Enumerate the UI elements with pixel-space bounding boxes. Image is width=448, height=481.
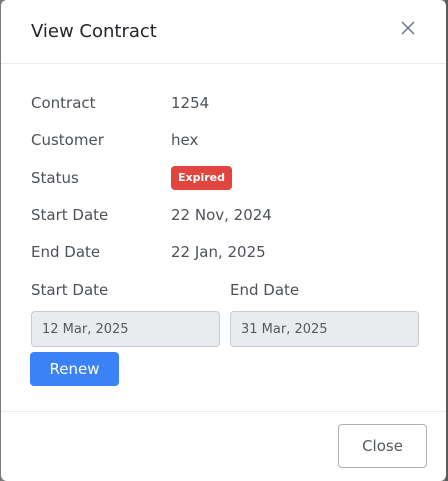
contract-label: Contract <box>31 94 96 112</box>
modal-header: View Contract <box>1 0 446 64</box>
close-icon[interactable] <box>400 20 416 36</box>
renew-end-date-label: End Date <box>230 281 300 299</box>
start-date-label: Start Date <box>31 206 109 224</box>
modal-title: View Contract <box>31 21 157 42</box>
renew-button[interactable]: Renew <box>30 352 119 386</box>
end-date-label: End Date <box>31 243 101 261</box>
view-contract-modal: View Contract Contract 1254 Customer hex… <box>1 0 446 481</box>
customer-value: hex <box>171 131 199 149</box>
modal-body: Contract 1254 Customer hex Status Expire… <box>1 65 446 411</box>
start-date-value: 22 Nov, 2024 <box>171 206 272 224</box>
end-date-value: 22 Jan, 2025 <box>171 243 266 261</box>
close-button[interactable]: Close <box>338 424 427 468</box>
renew-start-date-input[interactable] <box>31 311 220 347</box>
status-label: Status <box>31 169 79 187</box>
status-badge: Expired <box>171 166 233 190</box>
contract-value: 1254 <box>171 94 210 112</box>
customer-label: Customer <box>31 131 104 149</box>
modal-footer: Close <box>1 411 446 481</box>
renew-end-date-input[interactable] <box>230 311 419 347</box>
renew-start-date-label: Start Date <box>31 281 109 299</box>
